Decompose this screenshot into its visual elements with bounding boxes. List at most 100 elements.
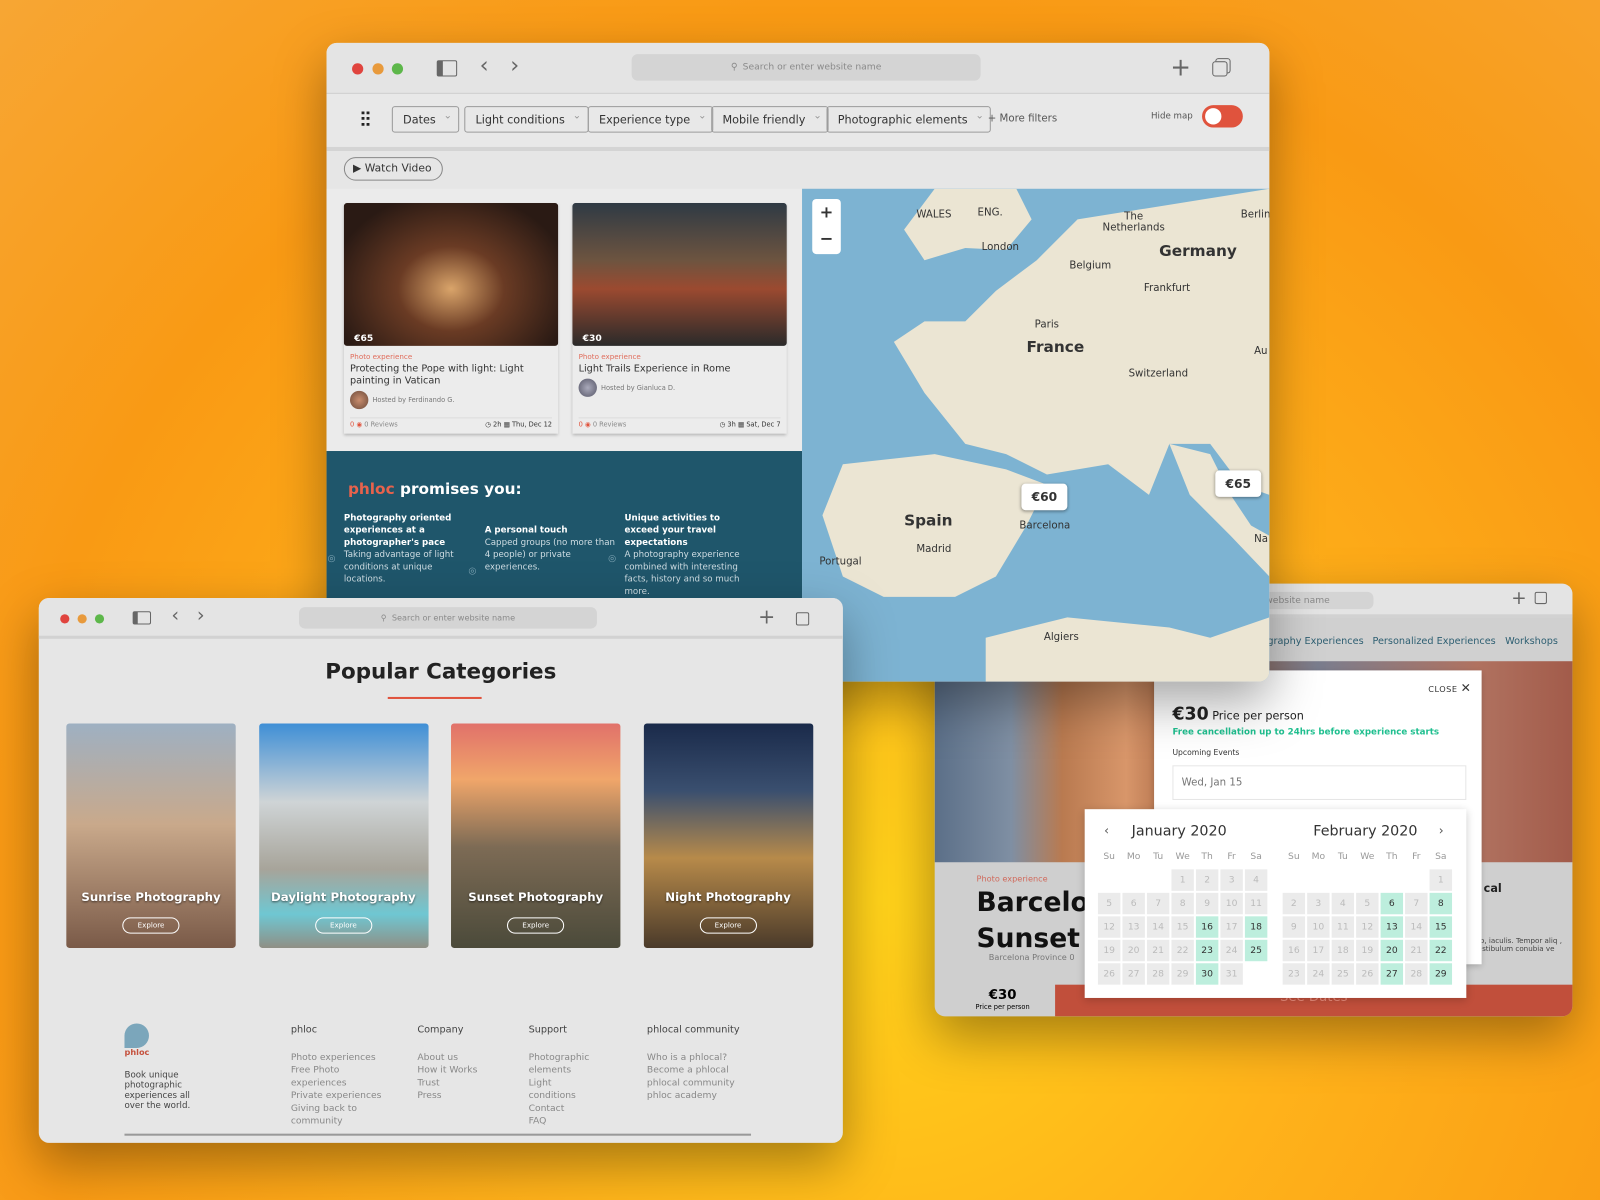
modal-price: €30 Price per person — [1172, 704, 1304, 725]
available-day[interactable]: 22 — [1429, 939, 1453, 962]
filter-light-conditions[interactable]: Light conditions — [464, 106, 589, 133]
footer-link[interactable]: Photo experiences — [291, 1052, 393, 1065]
available-day[interactable]: 29 — [1429, 963, 1453, 985]
calendar-icon: ▦ — [503, 420, 510, 429]
map-label: Na — [1254, 533, 1268, 545]
filter-settings-icon[interactable]: ⫶⫶ — [360, 107, 370, 131]
experience-card[interactable]: €65 Photo experience Protecting the Pope… — [343, 203, 559, 434]
close-window-button[interactable] — [60, 614, 70, 624]
available-day[interactable]: 23 — [1195, 939, 1219, 962]
maximize-window-button[interactable] — [391, 63, 404, 75]
available-day[interactable]: 8 — [1429, 892, 1453, 915]
footer-link[interactable]: Private experiences — [291, 1090, 393, 1103]
footer-link[interactable]: Photographic elements — [529, 1052, 600, 1078]
unavailable-day: 13 — [1122, 916, 1145, 938]
explore-button[interactable]: Explore — [699, 917, 757, 934]
category-card[interactable]: Daylight Photography Explore — [258, 723, 429, 948]
forward-icon[interactable]: › — [510, 53, 519, 79]
weekday-label: Sa — [1250, 851, 1262, 862]
map-price-pin[interactable]: €60 — [1021, 483, 1068, 511]
explore-button[interactable]: Explore — [314, 917, 373, 934]
available-day[interactable]: 6 — [1380, 892, 1404, 915]
date-picker: ‹ January 2020 February 2020 › Su Mo Tu We T… — [1084, 809, 1467, 998]
available-day[interactable]: 20 — [1380, 939, 1404, 962]
nav-link[interactable]: Personalized Experiences — [1372, 636, 1495, 647]
footer-link[interactable]: Light conditions — [529, 1077, 600, 1103]
zoom-in-button[interactable]: + − — [812, 198, 841, 255]
map[interactable]: + − WALES ENG. London The Netherlands Berlin G… — [802, 188, 1270, 682]
filter-dates[interactable]: Dates — [391, 106, 460, 133]
footer-link[interactable]: FAQ — [529, 1115, 600, 1128]
promise-icon: ◎ — [327, 554, 336, 565]
footer-link[interactable]: Become a phlocal — [647, 1064, 749, 1077]
available-day[interactable]: 13 — [1380, 916, 1404, 938]
next-month-icon[interactable]: › — [1439, 823, 1444, 837]
available-day[interactable]: 16 — [1195, 916, 1219, 938]
unavailable-day: 2 — [1195, 869, 1219, 891]
footer-logo[interactable]: phloc — [124, 1023, 149, 1057]
category-name: Night Photography — [665, 889, 791, 905]
available-day[interactable]: 30 — [1195, 963, 1219, 985]
tabs-icon[interactable] — [1534, 591, 1547, 605]
nav-link[interactable]: Workshops — [1505, 636, 1558, 647]
minimize-window-button[interactable] — [372, 63, 384, 75]
weekday-label: Mo — [1126, 851, 1141, 862]
watch-video-button[interactable]: ▶ Watch Video — [343, 157, 443, 181]
close-window-button[interactable] — [352, 63, 364, 75]
category-card[interactable]: Night Photography Explore — [643, 723, 813, 948]
unavailable-day: 10 — [1307, 916, 1330, 938]
category-card[interactable]: Sunset Photography Explore — [451, 723, 621, 948]
filter-experience-type[interactable]: Experience type — [587, 106, 714, 133]
unavailable-day: 29 — [1171, 963, 1194, 985]
forward-icon[interactable]: › — [197, 604, 205, 626]
promise-icon: ◎ — [468, 566, 477, 577]
event-date-input[interactable] — [1172, 765, 1467, 800]
footer-link[interactable]: How it Works — [417, 1064, 519, 1077]
back-icon[interactable]: ‹ — [171, 604, 179, 626]
categories-window: ‹ › ⚲ Search or enter website name + Popu… — [38, 597, 843, 1143]
experience-card[interactable]: €30 Photo experience Light Trails Experi… — [572, 203, 787, 434]
available-day[interactable]: 15 — [1429, 916, 1453, 938]
explore-button[interactable]: Explore — [122, 917, 180, 934]
nav-link[interactable]: graphy Experiences — [1267, 636, 1363, 647]
map-price-pin[interactable]: €65 — [1215, 470, 1262, 497]
weekday-label: Tu — [1153, 851, 1164, 862]
footer-link[interactable]: About us — [417, 1052, 519, 1065]
filter-mobile-friendly[interactable]: Mobile friendly — [711, 106, 829, 133]
minimize-window-button[interactable] — [77, 614, 87, 624]
available-day[interactable]: 27 — [1380, 963, 1404, 985]
prev-month-icon[interactable]: ‹ — [1104, 823, 1109, 837]
footer-link[interactable]: Who is a phlocal? — [647, 1052, 749, 1065]
footer-link[interactable]: Contact — [529, 1103, 600, 1116]
tabs-icon[interactable] — [1212, 61, 1228, 77]
close-button[interactable]: CLOSE ✕ — [1428, 681, 1471, 695]
footer-link[interactable]: phlocal community — [647, 1077, 749, 1090]
address-bar[interactable]: ⚲ Search or enter website name — [631, 54, 981, 81]
footer-link[interactable]: Giving back to community — [291, 1103, 393, 1129]
more-filters-link[interactable]: + More filters — [988, 113, 1057, 124]
promise-title: phloc promises you: — [347, 479, 522, 498]
footer-link[interactable]: phloc academy — [647, 1090, 749, 1103]
maximize-window-button[interactable] — [94, 614, 105, 624]
map-label: Berlin — [1240, 209, 1270, 221]
filter-photographic-elements[interactable]: Photographic elements — [826, 106, 992, 133]
footer-heading: phloc — [290, 1024, 318, 1036]
explore-button[interactable]: Explore — [506, 917, 565, 934]
hide-map-toggle[interactable] — [1202, 105, 1243, 128]
new-tab-icon[interactable]: + — [1170, 53, 1191, 82]
address-bar[interactable]: ⚲ Search or enter website name — [298, 607, 597, 629]
tabs-icon[interactable] — [795, 612, 810, 626]
back-icon[interactable]: ‹ — [480, 53, 489, 79]
sidebar-icon[interactable] — [132, 611, 152, 625]
unavailable-day: 21 — [1146, 939, 1170, 962]
footer-link[interactable]: Press — [417, 1090, 519, 1103]
footer-link[interactable]: Trust — [417, 1077, 519, 1090]
available-day[interactable]: 18 — [1244, 916, 1268, 938]
available-day[interactable]: 25 — [1244, 939, 1268, 962]
sidebar-icon[interactable] — [436, 60, 458, 77]
category-card[interactable]: Sunrise Photography Explore — [66, 723, 236, 948]
new-tab-icon[interactable]: + — [1511, 588, 1526, 609]
new-tab-icon[interactable]: + — [758, 604, 775, 628]
unavailable-day: 7 — [1146, 892, 1170, 915]
footer-link[interactable]: Free Photo experiences — [291, 1064, 393, 1090]
